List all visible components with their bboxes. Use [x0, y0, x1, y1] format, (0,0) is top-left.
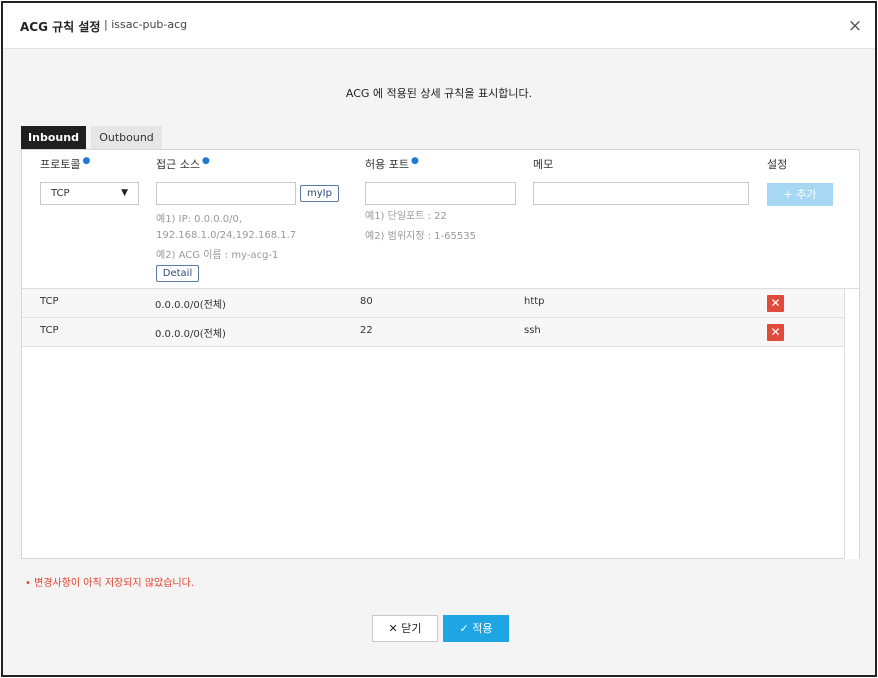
required-dot-icon: ●	[410, 156, 419, 166]
delete-rule-icon[interactable]: ✕	[767, 295, 784, 312]
header-memo: 메모	[533, 158, 554, 171]
source-hint-1b: 192.168.1.0/24,192.168.1.7	[156, 230, 297, 241]
header-protocol: 프로토콜 ●	[40, 156, 90, 172]
table-row: TCP 0.0.0.0/0(전체) 22 ssh ✕	[22, 318, 844, 347]
rule-memo: http	[524, 296, 545, 307]
header-port: 허용 포트 ●	[365, 156, 419, 172]
rules-panel: 프로토콜 ● 접근 소스 ● 허용 포트 ● 메모 설정 TCP ▼ myIp 예1)…	[21, 149, 860, 559]
header-settings: 설정	[767, 158, 788, 171]
tab-outbound[interactable]: Outbound	[91, 126, 162, 150]
source-input[interactable]	[156, 182, 296, 205]
rule-port: 22	[360, 325, 373, 336]
dialog-title: ACG 규칙 설정	[20, 20, 101, 34]
close-button[interactable]: ✕ 닫기	[372, 615, 438, 642]
port-input[interactable]	[365, 182, 516, 205]
acg-rule-dialog: ACG 규칙 설정 | issac-pub-acg × ACG 에 적용된 상세…	[1, 1, 877, 677]
source-hint-1: 예1) IP: 0.0.0.0/0,	[156, 214, 243, 225]
port-hint-2: 예2) 범위지정 : 1-65535	[365, 231, 476, 242]
port-hint-1: 예1) 단일포트 : 22	[365, 211, 447, 222]
table-row: TCP 0.0.0.0/0(전체) 80 http ✕	[22, 289, 844, 318]
header-protocol-label: 프로토콜	[40, 158, 81, 171]
memo-input[interactable]	[533, 182, 749, 205]
scrollbar[interactable]	[844, 289, 859, 559]
protocol-select[interactable]: TCP ▼	[40, 182, 139, 205]
dialog-subtitle: | issac-pub-acg	[104, 18, 188, 31]
apply-button[interactable]: ✓ 적용	[443, 615, 509, 642]
dialog-titlebar: ACG 규칙 설정 | issac-pub-acg ×	[3, 3, 875, 49]
rule-source: 0.0.0.0/0(전체)	[155, 329, 226, 340]
unsaved-warning: • 변경사항이 아직 저장되지 않았습니다.	[25, 578, 194, 589]
source-hint-2: 예2) ACG 이름 : my-acg-1	[156, 250, 279, 261]
rule-protocol: TCP	[40, 325, 59, 336]
rule-source: 0.0.0.0/0(전체)	[155, 300, 226, 311]
delete-rule-icon[interactable]: ✕	[767, 324, 784, 341]
rule-protocol: TCP	[40, 296, 59, 307]
add-rule-button[interactable]: + 추가	[767, 183, 833, 206]
detail-button[interactable]: Detail	[156, 265, 199, 282]
required-dot-icon: ●	[82, 156, 91, 166]
protocol-select-value: TCP	[51, 188, 70, 199]
rule-port: 80	[360, 296, 373, 307]
header-port-label: 허용 포트	[365, 158, 409, 171]
tab-inbound[interactable]: Inbound	[21, 126, 86, 150]
header-source: 접근 소스 ●	[156, 156, 210, 172]
dropdown-arrow-icon: ▼	[121, 188, 128, 198]
myip-button[interactable]: myIp	[300, 185, 339, 202]
close-icon[interactable]: ×	[846, 17, 864, 35]
dialog-description: ACG 에 적용된 상세 규칙을 표시합니다.	[345, 87, 533, 100]
header-source-label: 접근 소스	[156, 158, 200, 171]
required-dot-icon: ●	[201, 156, 210, 166]
rule-memo: ssh	[524, 325, 541, 336]
